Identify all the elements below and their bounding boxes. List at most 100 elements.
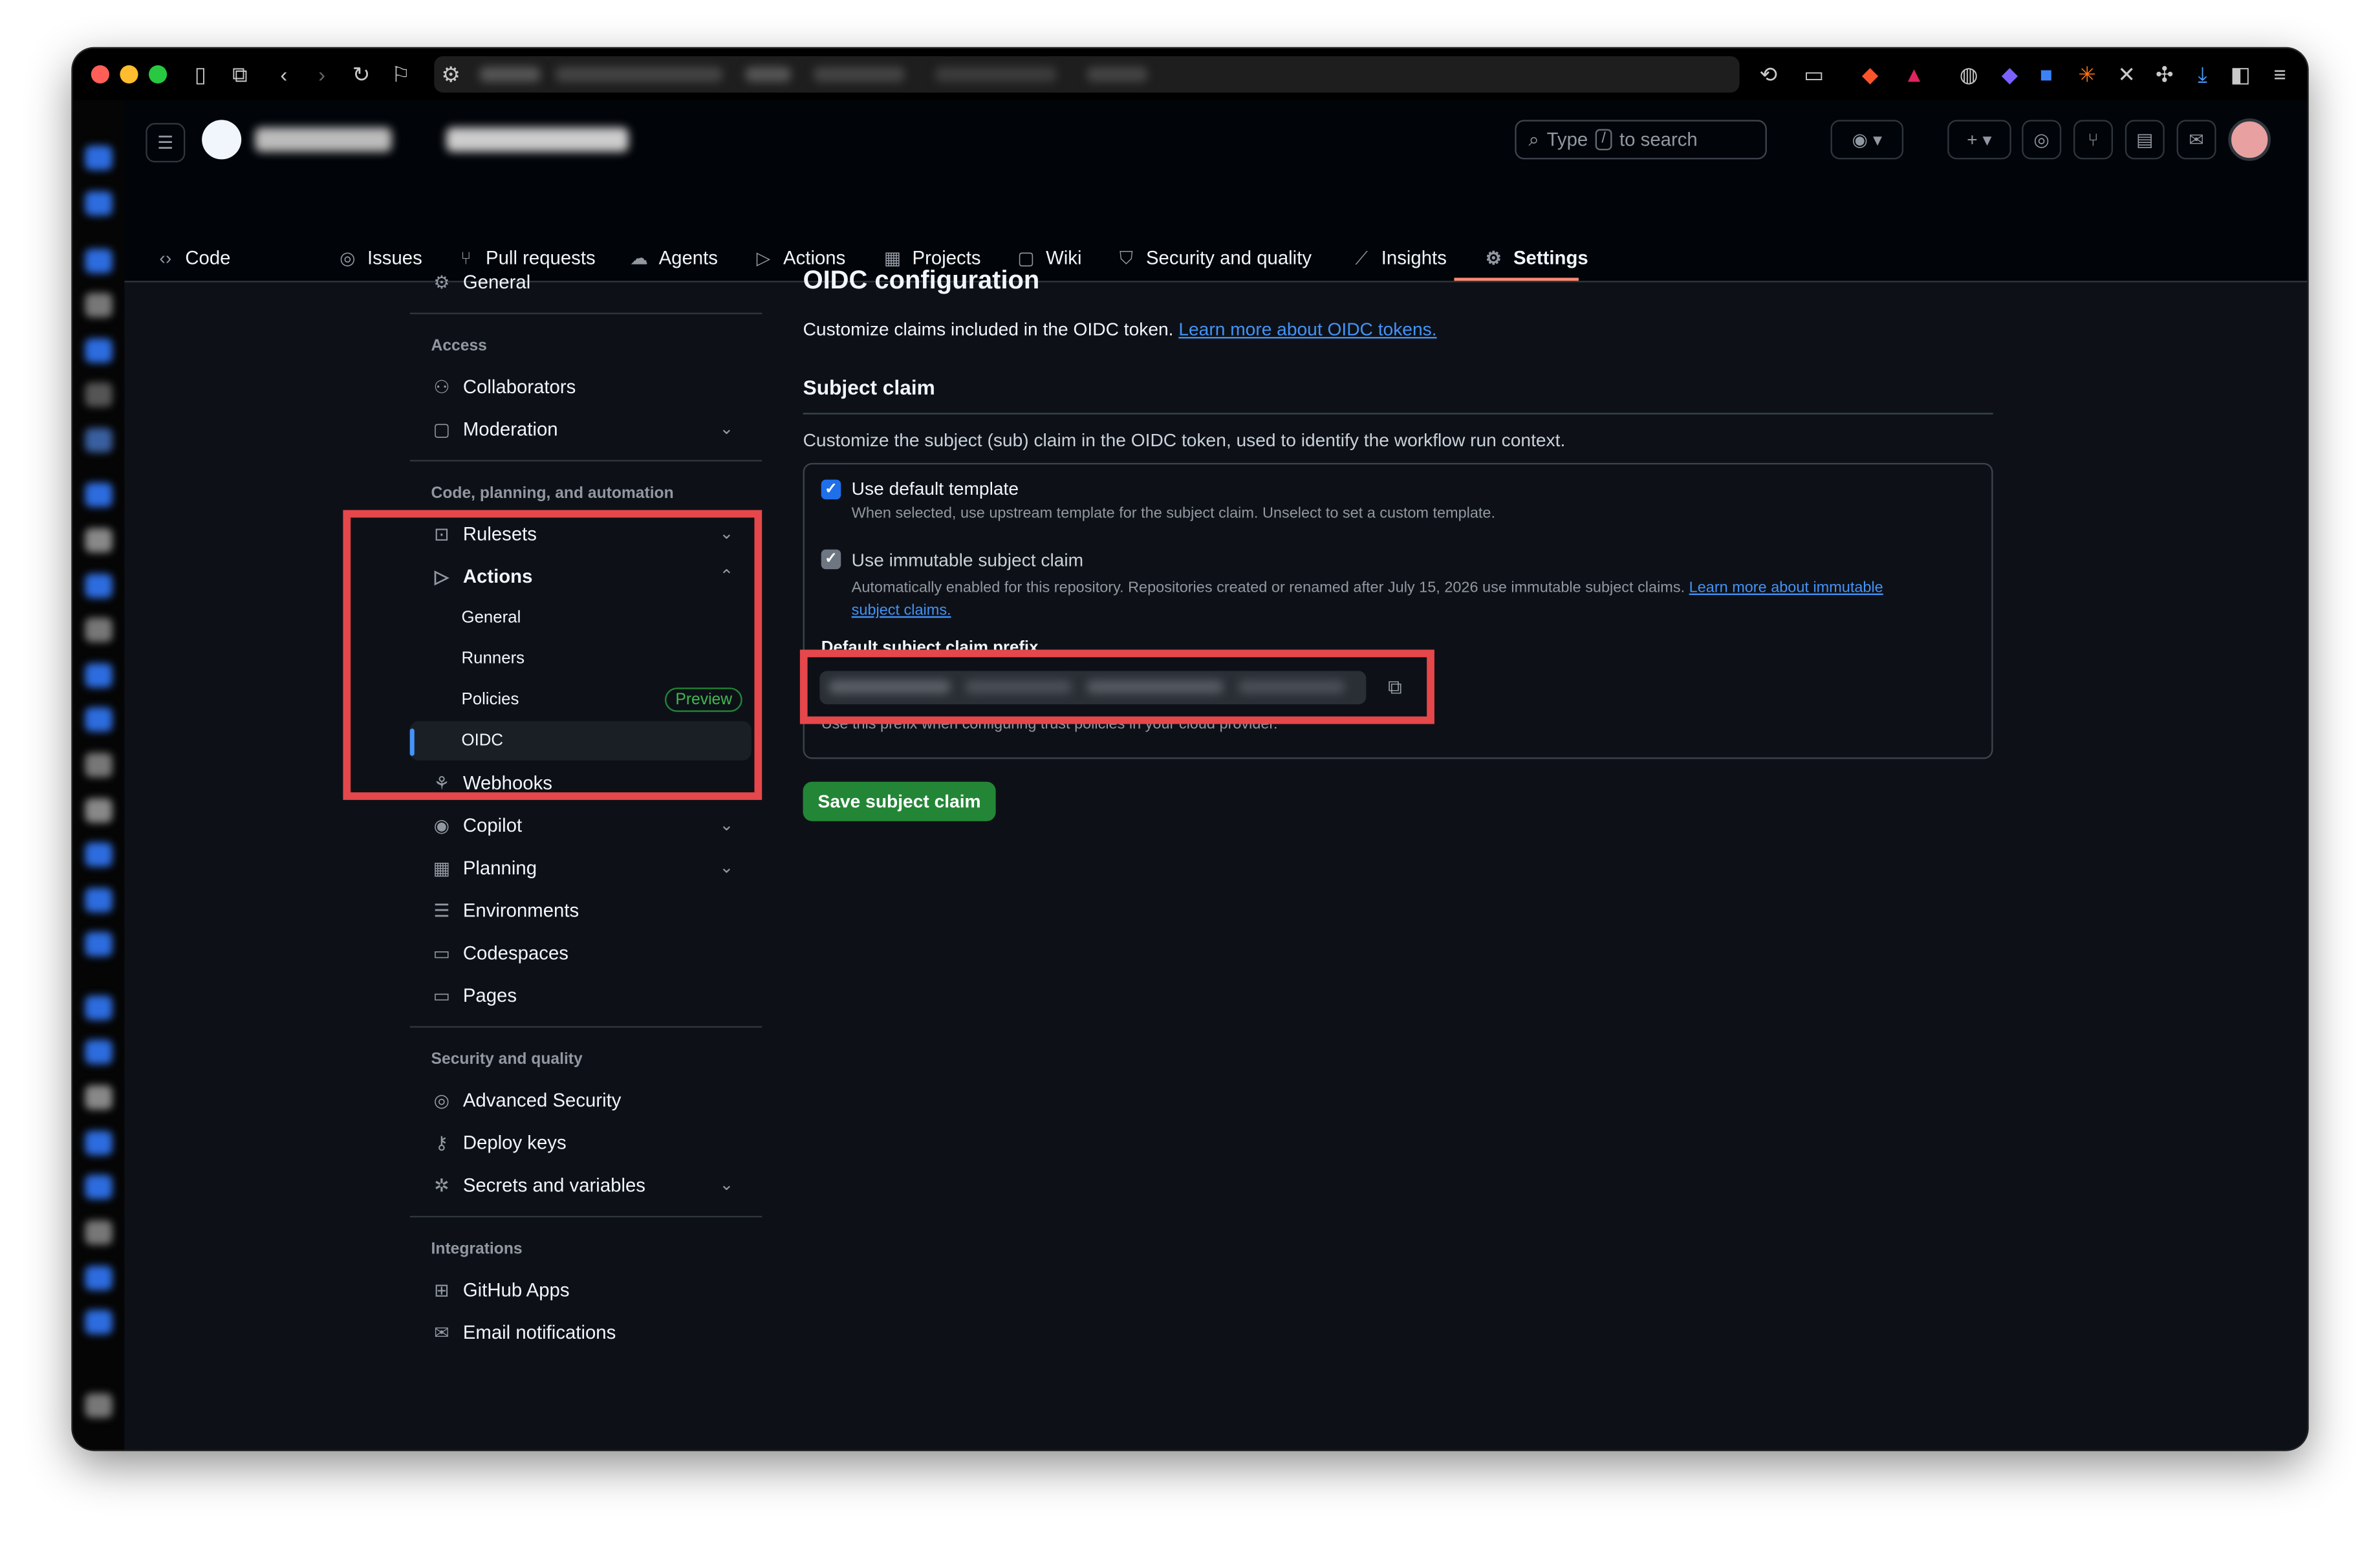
vertical-tab-strip: +: [72, 100, 125, 1450]
search-shortcut-key: /: [1595, 129, 1612, 151]
minimize-window-button[interactable]: [120, 65, 138, 84]
default-template-label: Use default template: [851, 478, 1019, 500]
subject-claim-description: Customize the subject (sub) claim in the…: [803, 429, 1566, 451]
extensions-icon[interactable]: ✣: [2151, 61, 2178, 88]
copilot-button[interactable]: ◉ ▾: [1830, 120, 1904, 160]
issue-icon: ◎: [340, 247, 356, 269]
reload-icon[interactable]: ↻: [347, 61, 374, 88]
menu-icon[interactable]: ≡: [2266, 61, 2293, 88]
sidebar-item-planning[interactable]: ▦ Planning: [431, 852, 537, 885]
hamburger-menu-button[interactable]: ☰: [146, 123, 186, 163]
address-bar[interactable]: ⚙: [434, 56, 1740, 93]
issue-icon: ◎: [2033, 129, 2050, 151]
sidebar-item-secrets-and-variables[interactable]: ✲ Secrets and variables: [431, 1169, 645, 1202]
extension-e-icon[interactable]: ✕: [2113, 61, 2140, 88]
maximize-window-button[interactable]: [149, 65, 168, 84]
divider: [803, 413, 1993, 415]
download-icon[interactable]: ⤓: [2189, 61, 2216, 88]
create-new-button[interactable]: + ▾: [1947, 120, 2011, 160]
github-logo-icon[interactable]: [202, 120, 242, 160]
tab-code[interactable]: ‹› Code: [155, 240, 230, 276]
save-subject-claim-button[interactable]: Save subject claim: [803, 781, 996, 821]
chevron-down-icon: ▾: [1872, 129, 1883, 151]
play-icon: ▷: [756, 247, 771, 269]
tab-settings[interactable]: ⚙ Settings: [1483, 240, 1588, 276]
pull-requests-button[interactable]: ⑂: [2073, 120, 2114, 160]
rewards-icon[interactable]: ▲: [1900, 61, 1927, 88]
forward-icon[interactable]: ›: [308, 61, 335, 88]
highlight-box-prefix: [799, 649, 1434, 724]
repo-name-redacted[interactable]: [446, 127, 629, 152]
immutable-claim-checkbox[interactable]: ✓: [821, 549, 841, 570]
server-icon: ☰: [433, 900, 450, 922]
tab-agents[interactable]: ☁ Agents: [629, 240, 718, 276]
cast-icon[interactable]: ▭: [1801, 61, 1828, 88]
sidebar-item-moderation[interactable]: ▢ Moderation: [431, 413, 558, 446]
repo-owner-redacted[interactable]: [255, 127, 392, 152]
key-icon: ⚷: [435, 1132, 449, 1154]
pull-request-icon: ⑂: [2088, 129, 2099, 151]
apps-icon: ⊞: [434, 1279, 449, 1301]
mail-icon: ✉: [434, 1322, 449, 1344]
search-input[interactable]: ⌕ Type / to search: [1515, 120, 1767, 160]
sidebar-item-general[interactable]: ⚙ General: [431, 266, 530, 299]
sidebar-item-pages[interactable]: ▭ Pages: [431, 979, 517, 1013]
tab-security-and-quality[interactable]: ⛉ Security and quality: [1116, 240, 1312, 276]
inbox-icon: ✉: [2189, 129, 2204, 151]
repositories-button[interactable]: ▤: [2125, 120, 2165, 160]
learn-more-immutable-link-cont[interactable]: subject claims.: [852, 603, 951, 620]
immutable-claim-label: Use immutable subject claim: [851, 549, 1084, 571]
sidebar-item-environments[interactable]: ☰ Environments: [431, 894, 579, 927]
sidebar-item-deploy-keys[interactable]: ⚷ Deploy keys: [431, 1126, 567, 1160]
chevron-down-icon[interactable]: ⌄: [719, 815, 733, 835]
extension-b-icon[interactable]: ◆: [1996, 61, 2023, 88]
bookmark-icon[interactable]: ⚐: [387, 61, 414, 88]
sidebar-item-email-notifications[interactable]: ✉ Email notifications: [431, 1316, 616, 1350]
repo-icon: ▤: [2136, 129, 2154, 151]
copilot-icon: ◉: [433, 815, 450, 837]
tab-overview-icon[interactable]: ⧉: [226, 61, 254, 88]
shield-icon: ⛉: [1119, 246, 1134, 268]
back-icon[interactable]: ‹: [270, 61, 298, 88]
plus-icon: +: [1967, 129, 1978, 151]
browser-icon: ▭: [433, 985, 451, 1007]
sidebar-toggle-icon[interactable]: ▯: [187, 61, 214, 88]
chevron-down-icon[interactable]: ⌄: [719, 419, 733, 438]
hamburger-icon: ☰: [157, 132, 174, 154]
side-panel-icon[interactable]: ◧: [2227, 61, 2254, 88]
sidebar-item-advanced-security[interactable]: ◎ Advanced Security: [431, 1084, 622, 1118]
issues-button[interactable]: ◎: [2022, 120, 2062, 160]
divider: [409, 460, 763, 462]
tab-issues[interactable]: ◎ Issues: [337, 240, 422, 276]
codespaces-icon: ▭: [433, 942, 451, 964]
inbox-button[interactable]: ✉: [2176, 120, 2216, 160]
tab-insights[interactable]: ⟋ Insights: [1351, 240, 1447, 276]
extension-d-icon[interactable]: ✳: [2073, 61, 2101, 88]
learn-more-immutable-link[interactable]: Learn more about immutable: [1689, 580, 1883, 597]
learn-more-oidc-link[interactable]: Learn more about OIDC tokens.: [1178, 319, 1436, 340]
chevron-down-icon[interactable]: ⌄: [719, 1175, 733, 1195]
search-suffix: to search: [1619, 129, 1698, 151]
group-label-code-planning: Code, planning, and automation: [431, 484, 674, 503]
immutable-claim-desc: Automatically enabled for this repositor…: [851, 579, 1883, 620]
default-template-checkbox[interactable]: ✓: [821, 479, 841, 500]
github-header: ☰ ⌕ Type / to search ◉ ▾ + ▾ ◎ ⑂ ▤ ✉ ‹› C…: [124, 100, 2308, 283]
divider: [409, 1215, 763, 1218]
site-settings-icon[interactable]: ⚙: [437, 61, 464, 88]
chevron-down-icon[interactable]: ⌄: [719, 858, 733, 877]
sidebar-item-copilot[interactable]: ◉ Copilot: [431, 809, 523, 843]
divider: [409, 1026, 763, 1028]
brave-shield-icon[interactable]: ◆: [1856, 61, 1883, 88]
search-icon: ⌕: [1528, 128, 1539, 150]
subject-claim-heading: Subject claim: [803, 376, 935, 400]
code-icon: ‹›: [159, 247, 172, 269]
extension-a-icon[interactable]: ◍: [1955, 61, 1982, 88]
avatar[interactable]: [2228, 118, 2271, 161]
divider: [409, 312, 763, 314]
sidebar-item-collaborators[interactable]: ⚇ Collaborators: [431, 371, 576, 404]
sidebar-item-codespaces[interactable]: ▭ Codespaces: [431, 936, 568, 970]
translate-icon[interactable]: ⟲: [1755, 61, 1782, 88]
sidebar-item-github-apps[interactable]: ⊞ GitHub Apps: [431, 1273, 569, 1307]
close-window-button[interactable]: [91, 65, 109, 84]
extension-c-icon[interactable]: ■: [2033, 61, 2060, 88]
